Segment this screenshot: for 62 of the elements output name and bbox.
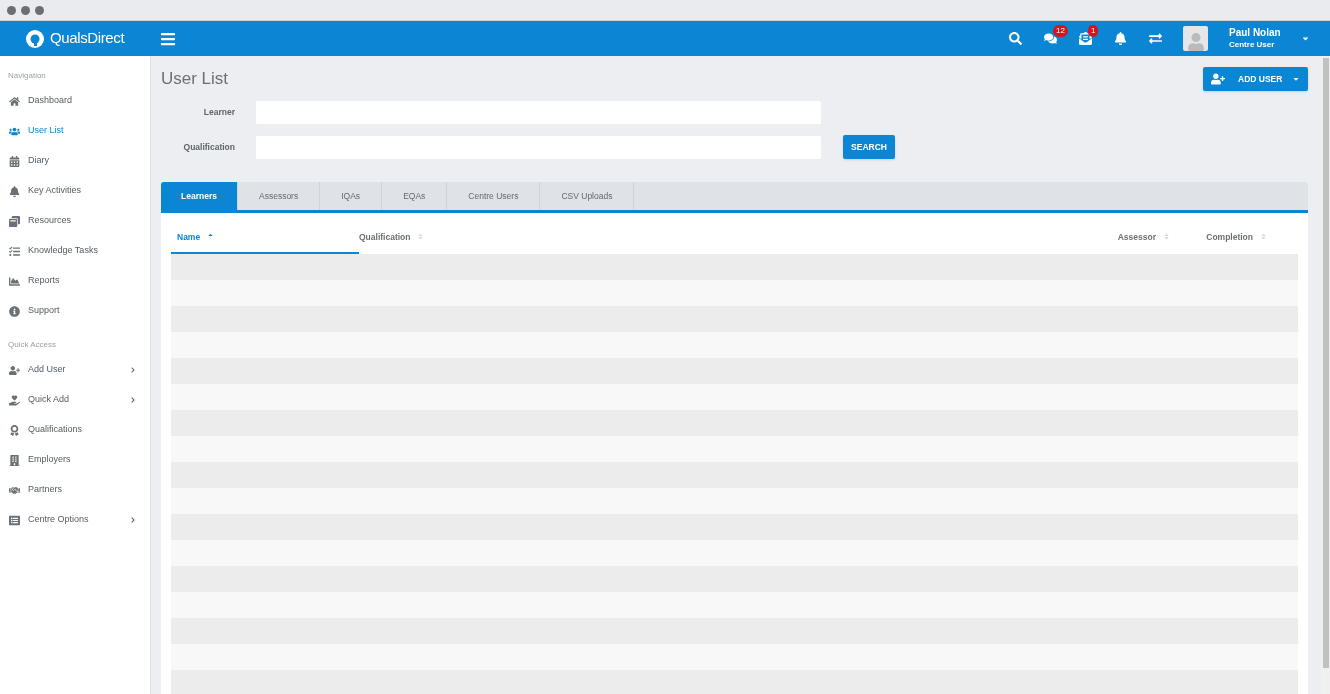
swap-arrows-icon[interactable] <box>1149 32 1162 45</box>
tasks-icon <box>9 245 20 257</box>
building-icon <box>9 454 20 466</box>
home-icon <box>9 95 20 107</box>
column-header[interactable]: Qualification <box>359 231 1015 254</box>
tab[interactable]: EQAs <box>382 182 448 210</box>
user-add-icon <box>9 364 20 376</box>
menu-icon[interactable] <box>160 30 176 47</box>
sidebar-item[interactable]: Reports <box>0 266 150 296</box>
search-icon[interactable] <box>1009 32 1022 45</box>
column-header[interactable]: Completion <box>1200 231 1297 254</box>
sidebar-item[interactable]: Quick Add <box>0 385 150 415</box>
users-icon <box>9 125 20 137</box>
sidebar-item[interactable]: Support <box>0 296 150 326</box>
add-user-button[interactable]: ADD USER <box>1203 67 1308 91</box>
handshake-icon <box>9 484 20 496</box>
column-header[interactable]: Assessor <box>1015 231 1200 254</box>
caret-icon[interactable] <box>1301 34 1310 43</box>
award-icon <box>9 424 20 436</box>
person-icon <box>1186 33 1205 51</box>
logo-icon <box>25 28 45 49</box>
user-name: Paul Nolan <box>1229 27 1282 40</box>
count-badge: 12 <box>1053 25 1068 37</box>
sidebar-item[interactable]: Knowledge Tasks <box>0 236 150 266</box>
tab[interactable]: Learners <box>161 182 238 210</box>
sidebar-item[interactable]: Key Activities <box>0 176 150 206</box>
sort-icon <box>1163 233 1170 240</box>
info-icon <box>9 305 20 317</box>
sidebar-item[interactable]: Employers <box>0 445 150 475</box>
section-heading: Navigation <box>7 70 47 82</box>
sidebar-item[interactable]: Partners <box>0 475 150 505</box>
sidebar-item[interactable]: Resources <box>0 206 150 236</box>
caret-icon <box>1292 75 1300 83</box>
user-add-icon <box>1211 72 1225 86</box>
tab[interactable]: CSV Uploads <box>540 182 635 210</box>
sort-icon <box>417 233 425 240</box>
field-label: Learner <box>202 106 235 119</box>
count-badge: 1 <box>1088 25 1099 37</box>
chat-icon[interactable] <box>1044 32 1057 45</box>
sidebar-item[interactable]: Diary <box>0 146 150 176</box>
list-icon <box>9 514 20 526</box>
calendar-icon <box>9 155 20 167</box>
sidebar-item[interactable]: Centre Options <box>0 505 150 535</box>
notifications-icon[interactable] <box>1114 32 1127 45</box>
sidebar-item[interactable]: Dashboard <box>0 86 150 116</box>
sidebar-item[interactable]: Qualifications <box>0 415 150 445</box>
chart-icon <box>9 275 20 287</box>
tab[interactable]: Centre Users <box>447 182 541 210</box>
windows-icon <box>9 215 20 227</box>
sidebar-item[interactable]: User List <box>0 116 150 146</box>
field-label: Qualification <box>182 140 235 154</box>
logo-text: QualsDirect <box>50 28 125 49</box>
tab[interactable]: IQAs <box>320 182 383 210</box>
bell-icon <box>9 185 20 197</box>
page-title: User List <box>161 68 229 91</box>
sidebar-item[interactable]: Add User <box>0 355 150 385</box>
search-button[interactable]: SEARCH <box>843 135 895 159</box>
section-heading: Quick Access <box>7 339 57 351</box>
hand-icon <box>9 394 20 406</box>
user-role: Centre User <box>1229 39 1276 50</box>
tab[interactable]: Assessors <box>238 182 321 210</box>
sort-icon <box>1260 233 1267 240</box>
